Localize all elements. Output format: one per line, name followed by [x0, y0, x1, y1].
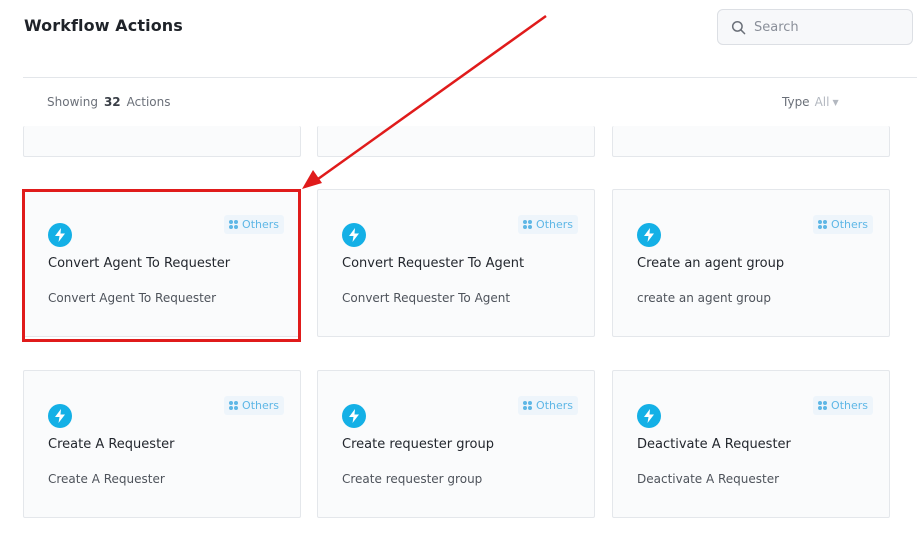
card-title: Convert Requester To Agent [342, 256, 525, 271]
card-description: Create A Requester [48, 472, 165, 486]
category-badge: Others [813, 396, 873, 415]
bolt-icon [342, 223, 366, 247]
category-badge: Others [518, 215, 578, 234]
action-card[interactable]: Others Create an agent group create an a… [612, 189, 890, 337]
bolt-icon [48, 404, 72, 428]
grid-dots-icon [818, 401, 828, 410]
list-toolbar: Showing 32 Actions Type All ▼ [23, 78, 917, 126]
action-card[interactable]: Others Convert Agent To Requester Conver… [23, 189, 301, 337]
type-filter-label: Type [782, 95, 810, 109]
card-description: create an agent group [637, 291, 772, 305]
action-card[interactable]: Others Deactivate A Requester Deactivate… [612, 370, 890, 518]
card-title: Deactivate A Requester [637, 437, 791, 452]
category-label: Others [831, 218, 868, 231]
page-title: Workflow Actions [24, 16, 183, 35]
action-card[interactable]: Others Create requester group Create req… [317, 370, 595, 518]
search-input[interactable] [754, 19, 904, 35]
grid-dots-icon [818, 220, 828, 229]
bolt-icon [48, 223, 72, 247]
grid-dots-icon [229, 401, 239, 410]
action-card[interactable] [317, 126, 595, 157]
showing-suffix: Actions [126, 95, 171, 109]
bolt-icon [637, 223, 661, 247]
action-count: 32 [103, 95, 121, 109]
showing-prefix: Showing [47, 95, 98, 109]
grid-dots-icon [523, 220, 533, 229]
grid-dots-icon [523, 401, 533, 410]
action-card[interactable]: Others Convert Requester To Agent Conver… [317, 189, 595, 337]
category-label: Others [536, 218, 573, 231]
category-badge: Others [224, 215, 284, 234]
category-badge: Others [813, 215, 873, 234]
card-description: Convert Agent To Requester [48, 291, 217, 305]
chevron-down-icon: ▼ [832, 97, 839, 107]
category-label: Others [831, 399, 868, 412]
category-badge: Others [518, 396, 578, 415]
grid-dots-icon [229, 220, 239, 229]
card-title: Convert Agent To Requester [48, 256, 231, 271]
bolt-icon [637, 404, 661, 428]
action-card[interactable]: Others Create A Requester Create A Reque… [23, 370, 301, 518]
search-icon [730, 19, 746, 35]
action-card[interactable] [612, 126, 890, 157]
category-label: Others [536, 399, 573, 412]
category-badge: Others [224, 396, 284, 415]
card-description: Convert Requester To Agent [342, 291, 511, 305]
card-title: Create A Requester [48, 437, 175, 452]
actions-grid: Others Convert Agent To Requester Conver… [0, 126, 917, 545]
card-title: Create requester group [342, 437, 494, 452]
card-description: Deactivate A Requester [637, 472, 780, 486]
type-filter-dropdown[interactable]: Type All ▼ [782, 95, 839, 109]
category-label: Others [242, 399, 279, 412]
bolt-icon [342, 404, 366, 428]
category-label: Others [242, 218, 279, 231]
search-box[interactable] [717, 9, 913, 45]
action-card[interactable] [23, 126, 301, 157]
card-title: Create an agent group [637, 256, 785, 271]
card-description: Create requester group [342, 472, 483, 486]
type-filter-value: All [814, 95, 830, 109]
showing-count: Showing 32 Actions [47, 95, 170, 109]
